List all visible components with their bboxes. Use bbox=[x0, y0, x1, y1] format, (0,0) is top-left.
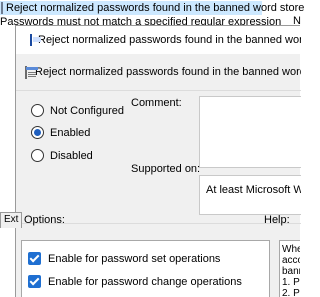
help-text-panel: Whe acco bann 1. Pa 2. P bbox=[279, 240, 300, 297]
supported-on-label: Supported on: bbox=[131, 163, 201, 175]
policy-header: Reject normalized passwords found in the… bbox=[16, 58, 301, 86]
radio-disabled[interactable]: Disabled bbox=[31, 149, 93, 162]
divider bbox=[16, 90, 301, 91]
checkbox-label: Enable for password set operations bbox=[48, 252, 221, 265]
radio-button[interactable] bbox=[31, 126, 44, 139]
policy-list-row-label: Reject normalized passwords found in the… bbox=[6, 2, 305, 14]
help-label: Help: bbox=[264, 214, 290, 226]
tab-extended[interactable]: Ext bbox=[0, 212, 22, 228]
radio-label: Enabled bbox=[50, 126, 91, 139]
options-label: Options: bbox=[24, 214, 65, 226]
options-panel bbox=[21, 240, 270, 297]
radio-button[interactable] bbox=[31, 104, 44, 117]
policy-setting-icon bbox=[1, 2, 3, 14]
policy-setting-icon bbox=[25, 65, 38, 79]
checkbox-label: Enable for password change operations bbox=[48, 275, 242, 288]
help-text-line: Whe bbox=[282, 244, 300, 255]
radio-button[interactable] bbox=[31, 149, 44, 162]
option-password-set[interactable]: Enable for password set operations bbox=[28, 252, 220, 265]
checkbox[interactable] bbox=[28, 252, 41, 265]
help-text-line: acco bbox=[282, 255, 300, 266]
dialog-titlebar[interactable]: Reject normalized passwords found in the… bbox=[16, 26, 301, 54]
option-password-change[interactable]: Enable for password change operations bbox=[28, 275, 242, 288]
policy-header-title: Reject normalized passwords found in the… bbox=[35, 66, 301, 78]
help-text-line: 1. Pa bbox=[282, 277, 300, 288]
radio-label: Disabled bbox=[50, 149, 93, 162]
policy-window-icon bbox=[30, 34, 41, 46]
radio-enabled[interactable]: Enabled bbox=[31, 126, 90, 139]
comment-textarea[interactable] bbox=[199, 96, 301, 168]
help-text-line: 2. P bbox=[282, 288, 300, 297]
comment-label: Comment: bbox=[131, 97, 182, 109]
checkbox[interactable] bbox=[28, 275, 41, 288]
dialog-title: Reject normalized passwords found in the… bbox=[38, 34, 301, 46]
radio-not-configured[interactable]: Not Configured bbox=[31, 104, 124, 117]
supported-on-value: At least Microsoft Windows bbox=[206, 184, 301, 196]
supported-on-box: At least Microsoft Windows bbox=[199, 175, 301, 215]
help-text-line: bann bbox=[282, 266, 300, 277]
radio-label: Not Configured bbox=[50, 104, 124, 117]
policy-list-row-selected[interactable]: Reject normalized passwords found in the… bbox=[0, 1, 304, 15]
